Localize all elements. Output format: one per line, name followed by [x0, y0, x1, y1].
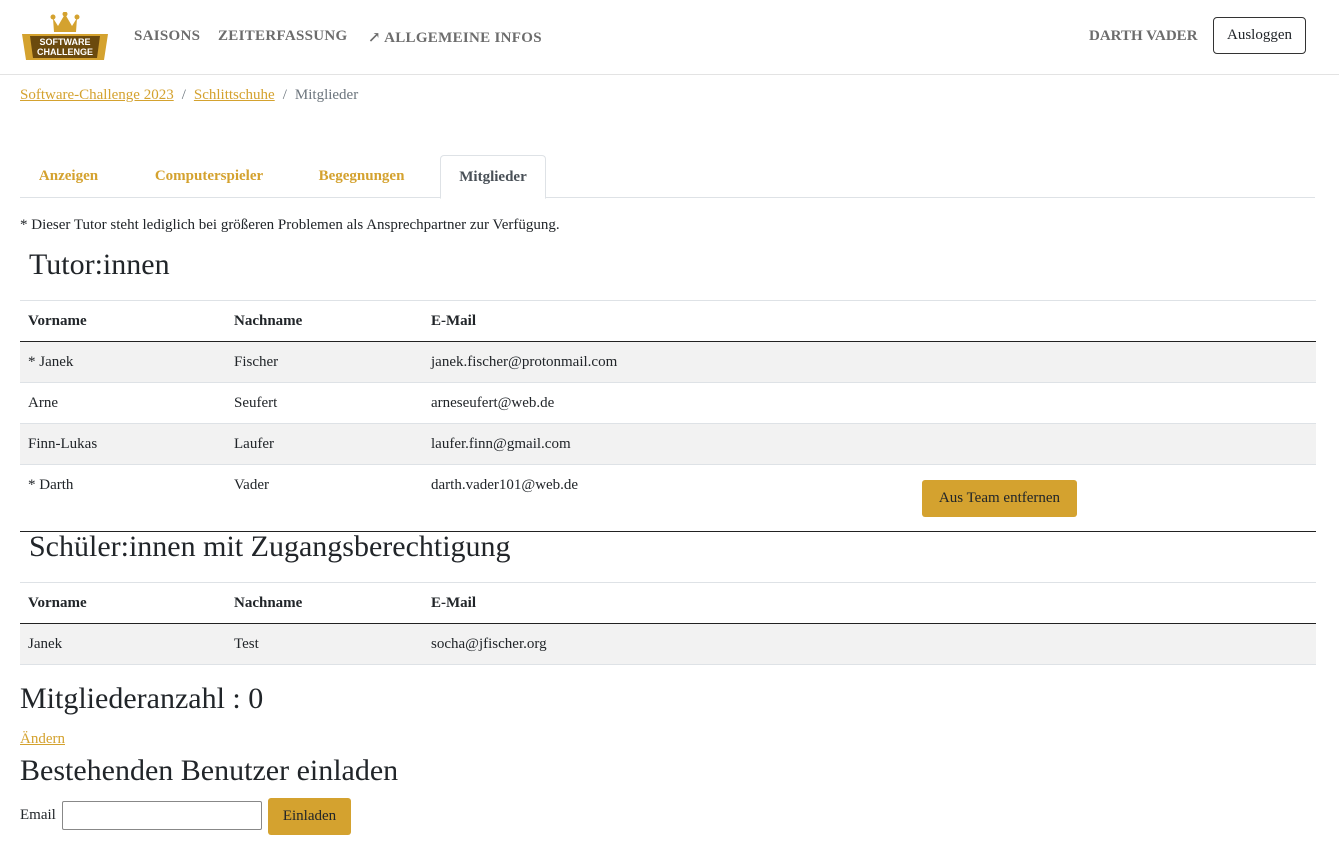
cell-lastname: Laufer [226, 423, 431, 465]
cell-actions [923, 341, 1316, 383]
column-header-lastname: Nachname [226, 300, 431, 342]
breadcrumb-season[interactable]: Software-Challenge 2023 [20, 87, 174, 103]
cell-email: arneseufert@web.de [431, 382, 923, 424]
students-heading: Schüler:innen mit Zugangsberechtigung [29, 530, 511, 563]
breadcrumb-current: Mitglieder [294, 87, 359, 103]
invite-button[interactable]: Einladen [268, 798, 351, 835]
table-row: Arne Seufert arneseufert@web.de [20, 382, 1316, 424]
column-header-actions [923, 300, 1316, 342]
external-link-icon: ↗ [368, 30, 385, 46]
software-challenge-logo[interactable]: SOFTWARE CHALLENGE [20, 12, 110, 62]
table-row: Janek Test socha@jfischer.org [20, 623, 1316, 665]
remove-from-team-button[interactable]: Aus Team entfernen [922, 479, 1077, 517]
tab-computerspieler[interactable]: Computerspieler [134, 155, 284, 197]
cell-firstname: Janek [20, 623, 226, 665]
nav-link-allgemeine-infos[interactable]: ↗ ALLGEMEINE INFOS [368, 28, 542, 47]
cell-actions [923, 382, 1316, 424]
nav-link-label: ALLGEMEINE INFOS [384, 30, 542, 46]
tab-mitglieder[interactable]: Mitglieder [440, 155, 546, 199]
table-header-row: Vorname Nachname E-Mail [20, 582, 1316, 624]
column-header-firstname: Vorname [20, 582, 226, 624]
logout-button[interactable]: Ausloggen [1213, 17, 1306, 54]
table-row: Finn-Lukas Laufer laufer.finn@gmail.com [20, 423, 1316, 465]
cell-email: laufer.finn@gmail.com [431, 423, 923, 465]
breadcrumb-separator: / [282, 87, 287, 103]
cell-actions [923, 423, 1316, 465]
tutors-heading: Tutor:innen [29, 248, 170, 281]
nav-link-zeiterfassung[interactable]: ZEITERFASSUNG [218, 28, 348, 45]
table-row: * Darth Vader darth.vader101@web.de Aus … [20, 464, 1316, 532]
cell-email: janek.fischer@protonmail.com [431, 341, 923, 383]
cell-lastname: Seufert [226, 382, 431, 424]
nav-link-saisons[interactable]: SAISONS [134, 28, 200, 45]
invite-heading: Bestehenden Benutzer einladen [20, 754, 399, 787]
logo-text: CHALLENGE [37, 47, 93, 57]
cell-email: darth.vader101@web.de [431, 464, 923, 532]
breadcrumb: Software-Challenge 2023 / Schlittschuhe / Mi… [20, 87, 358, 104]
breadcrumb-separator: / [181, 87, 186, 103]
column-header-lastname: Nachname [226, 582, 431, 624]
logo-text: SOFTWARE [40, 37, 91, 47]
cell-actions: Aus Team entfernen [922, 464, 1316, 532]
column-header-email: E-Mail [431, 582, 1316, 624]
tab-bar: Anzeigen Computerspieler Begegnungen Mit… [20, 155, 1315, 199]
students-table: Vorname Nachname E-Mail Janek Test socha… [20, 582, 1316, 665]
tutor-note: * Dieser Tutor steht lediglich bei größe… [20, 217, 560, 233]
cell-firstname: Finn-Lukas [20, 423, 226, 465]
cell-lastname: Vader [226, 464, 431, 532]
table-row: * Janek Fischer janek.fischer@protonmail… [20, 341, 1316, 383]
email-label: Email [20, 807, 56, 823]
tab-anzeigen[interactable]: Anzeigen [20, 155, 117, 197]
cell-firstname: * Darth [20, 464, 226, 532]
change-link[interactable]: Ändern [20, 731, 65, 748]
table-header-row: Vorname Nachname E-Mail [20, 300, 1316, 342]
cell-lastname: Test [226, 623, 431, 665]
cell-firstname: Arne [20, 382, 226, 424]
cell-firstname: * Janek [20, 341, 226, 383]
tutors-table: Vorname Nachname E-Mail * Janek Fischer … [20, 300, 1316, 532]
cell-lastname: Fischer [226, 341, 431, 383]
member-count: Mitgliederanzahl : 0 [20, 682, 264, 715]
breadcrumb-team[interactable]: Schlittschuhe [194, 87, 275, 103]
column-header-firstname: Vorname [20, 300, 226, 342]
user-name[interactable]: DARTH VADER [1089, 28, 1198, 45]
navbar: SOFTWARE CHALLENGE SAISONS ZEITERFASSUNG… [0, 0, 1339, 75]
email-field[interactable] [62, 801, 262, 830]
column-header-email: E-Mail [431, 300, 923, 342]
cell-email: socha@jfischer.org [431, 623, 1316, 665]
tab-begegnungen[interactable]: Begegnungen [300, 155, 423, 197]
